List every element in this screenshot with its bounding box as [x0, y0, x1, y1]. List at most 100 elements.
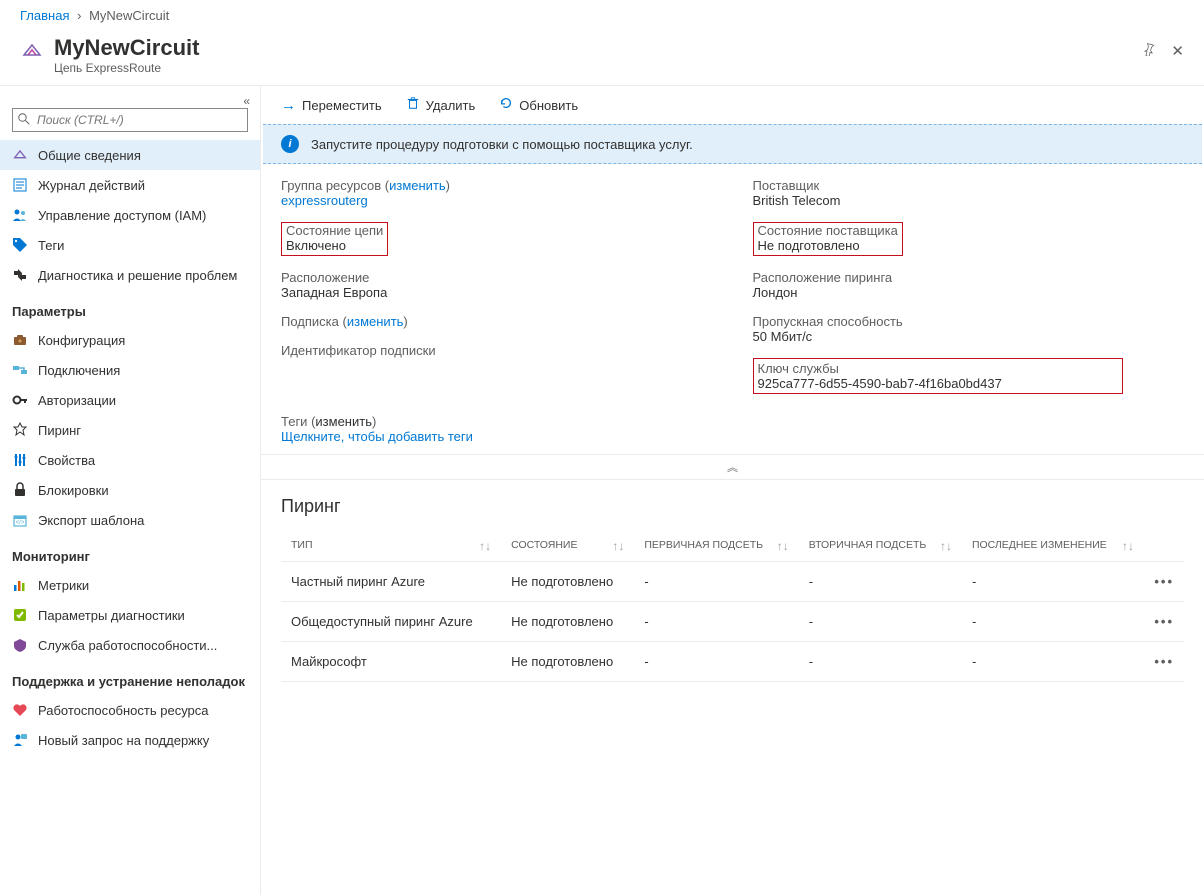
breadcrumb: Главная › MyNewCircuit [0, 0, 1204, 31]
collapse-sidebar-icon[interactable]: « [243, 94, 250, 108]
row-actions-button[interactable]: ••• [1144, 602, 1184, 642]
row-actions-button[interactable]: ••• [1144, 562, 1184, 602]
metrics-icon [12, 577, 28, 593]
sidebar-item-label: Метрики [38, 578, 89, 593]
delete-button[interactable]: Удалить [406, 96, 476, 114]
close-icon[interactable]: ✕ [1171, 42, 1184, 60]
service-key-highlight: Ключ службы 925ca777-6d55-4590-bab7-4f16… [753, 358, 1123, 394]
sidebar-item-label: Диагностика и решение проблем [38, 268, 237, 283]
peering-icon [12, 422, 28, 438]
diag-settings-icon [12, 607, 28, 623]
sidebar-item-connections[interactable]: Подключения [0, 355, 260, 385]
pin-icon[interactable] [1142, 41, 1157, 60]
sidebar-item-properties[interactable]: Свойства [0, 445, 260, 475]
sidebar-item-resource-health[interactable]: Работоспособность ресурса [0, 695, 260, 725]
provider-label: Поставщик [753, 178, 820, 193]
sort-icon: ↑↓ [479, 539, 491, 553]
peering-section: Пиринг ТИП↑↓ СОСТОЯНИЕ↑↓ ПЕРВИЧНАЯ ПОДСЕ… [261, 480, 1204, 698]
sidebar-item-tags[interactable]: Теги [0, 230, 260, 260]
refresh-button[interactable]: Обновить [499, 96, 578, 114]
sidebar-item-metrics[interactable]: Метрики [0, 570, 260, 600]
breadcrumb-home[interactable]: Главная [20, 8, 69, 23]
col-status[interactable]: СОСТОЯНИЕ↑↓ [501, 531, 634, 562]
prop-bandwidth: Пропускная способность 50 Мбит/с [753, 314, 1185, 344]
subscription-label: Подписка [281, 314, 339, 329]
expressroute-icon [20, 39, 44, 63]
diagnose-icon [12, 267, 28, 283]
breadcrumb-separator: › [77, 8, 81, 23]
rg-change-link[interactable]: изменить [389, 178, 446, 193]
sidebar-item-locks[interactable]: Блокировки [0, 475, 260, 505]
sidebar: « Общие сведения Журнал действий Управле… [0, 86, 261, 895]
sidebar-item-activity-log[interactable]: Журнал действий [0, 170, 260, 200]
prop-subscription-id: Идентификатор подписки [281, 343, 713, 358]
export-icon: </> [12, 512, 28, 528]
sidebar-item-label: Блокировки [38, 483, 109, 498]
table-row[interactable]: Частный пиринг Azure Не подготовлено - -… [281, 562, 1184, 602]
sidebar-item-label: Свойства [38, 453, 95, 468]
subid-label: Идентификатор подписки [281, 343, 436, 358]
activity-log-icon [12, 177, 28, 193]
search-input[interactable] [12, 108, 248, 132]
peering-loc-value: Лондон [753, 285, 798, 300]
cell-secondary: - [799, 602, 962, 642]
cell-type: Майкрософт [281, 642, 501, 682]
sidebar-item-new-support-request[interactable]: Новый запрос на поддержку [0, 725, 260, 755]
tags-add-link[interactable]: Щелкните, чтобы добавить теги [281, 429, 473, 444]
sidebar-item-authorizations[interactable]: Авторизации [0, 385, 260, 415]
tags-label: Теги [281, 414, 307, 429]
sidebar-item-label: Экспорт шаблона [38, 513, 144, 528]
sort-icon: ↑↓ [1122, 539, 1134, 553]
nav-section-monitoring: Мониторинг [0, 535, 260, 570]
properties-icon [12, 452, 28, 468]
support-icon [12, 732, 28, 748]
cell-modified: - [962, 642, 1144, 682]
sidebar-item-service-health[interactable]: Служба работоспособности... [0, 630, 260, 660]
sort-icon: ↑↓ [612, 539, 624, 553]
location-value: Западная Европа [281, 285, 387, 300]
rg-value-link[interactable]: expressrouterg [281, 193, 368, 208]
cell-modified: - [962, 562, 1144, 602]
banner-text: Запустите процедуру подготовки с помощью… [311, 137, 693, 152]
sidebar-item-iam[interactable]: Управление доступом (IAM) [0, 200, 260, 230]
health-icon [12, 637, 28, 653]
prop-subscription: Подписка (изменить) [281, 314, 713, 329]
sidebar-item-peerings[interactable]: Пиринг [0, 415, 260, 445]
nav-section-settings: Параметры [0, 290, 260, 325]
tags-icon [12, 237, 28, 253]
collapse-properties-icon[interactable]: ︽ [261, 454, 1204, 480]
table-row[interactable]: Общедоступный пиринг Azure Не подготовле… [281, 602, 1184, 642]
sidebar-item-export-template[interactable]: </> Экспорт шаблона [0, 505, 260, 535]
col-secondary[interactable]: ВТОРИЧНАЯ ПОДСЕТЬ↑↓ [799, 531, 962, 562]
move-icon: → [281, 97, 296, 114]
row-actions-button[interactable]: ••• [1144, 642, 1184, 682]
prop-resource-group: Группа ресурсов (изменить) expressrouter… [281, 178, 713, 208]
delete-label: Удалить [426, 98, 476, 113]
col-primary[interactable]: ПЕРВИЧНАЯ ПОДСЕТЬ↑↓ [634, 531, 798, 562]
col-type[interactable]: ТИП↑↓ [281, 531, 501, 562]
page-subtitle: Цепь ExpressRoute [54, 61, 199, 75]
sidebar-item-overview[interactable]: Общие сведения [0, 140, 260, 170]
main-content: →Переместить Удалить Обновить i Запустит… [261, 86, 1204, 895]
peering-title: Пиринг [281, 496, 1184, 517]
sidebar-item-configuration[interactable]: Конфигурация [0, 325, 260, 355]
prop-provider: Поставщик British Telecom [753, 178, 1185, 208]
lock-icon [12, 482, 28, 498]
move-button[interactable]: →Переместить [281, 97, 382, 114]
connections-icon [12, 362, 28, 378]
sidebar-item-label: Управление доступом (IAM) [38, 208, 206, 223]
table-row[interactable]: Майкрософт Не подготовлено - - - ••• [281, 642, 1184, 682]
col-modified[interactable]: ПОСЛЕДНЕЕ ИЗМЕНЕНИЕ↑↓ [962, 531, 1144, 562]
sidebar-item-diagnose[interactable]: Диагностика и решение проблем [0, 260, 260, 290]
sidebar-item-diagnostic-settings[interactable]: Параметры диагностики [0, 600, 260, 630]
circuit-status-label: Состояние цепи [286, 223, 383, 238]
servicekey-label: Ключ службы [758, 361, 839, 376]
sidebar-item-label: Новый запрос на поддержку [38, 733, 209, 748]
subscription-change-link[interactable]: изменить [347, 314, 404, 329]
header: MyNewCircuit Цепь ExpressRoute ✕ [0, 31, 1204, 86]
page-title: MyNewCircuit [54, 35, 199, 61]
tags-change-link[interactable]: изменить [315, 414, 372, 429]
sidebar-item-label: Авторизации [38, 393, 116, 408]
cell-modified: - [962, 602, 1144, 642]
prop-location: Расположение Западная Европа [281, 270, 713, 300]
